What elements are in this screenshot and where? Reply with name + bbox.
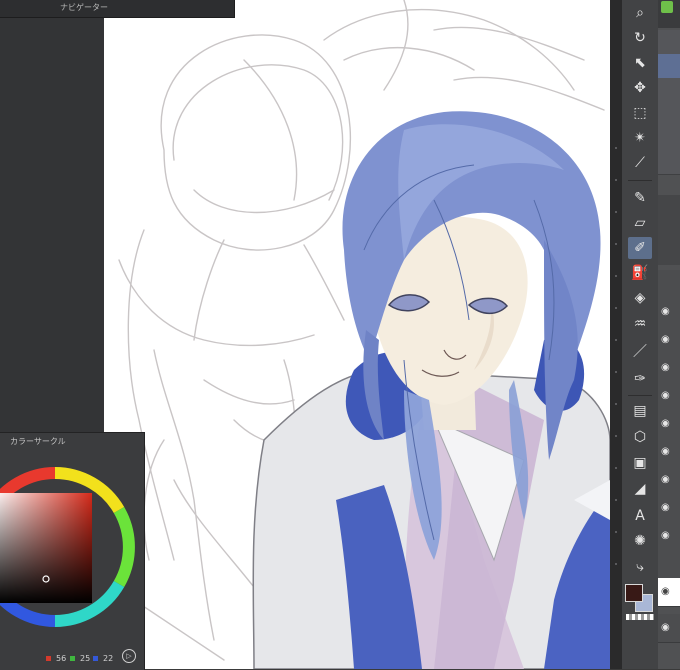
pen-tab-icon[interactable]: [658, 16, 680, 28]
eye-icon[interactable]: ◉: [661, 446, 670, 457]
layer-row[interactable]: ◉: [658, 494, 680, 523]
balloon-icon[interactable]: ✺: [628, 530, 652, 552]
brush-icon[interactable]: ✐: [628, 237, 652, 259]
layer-row[interactable]: ◉: [658, 410, 680, 439]
layer-handle-strip: [615, 147, 617, 565]
layer-row[interactable]: ◉: [658, 614, 680, 643]
sub-tool-header: [658, 0, 680, 16]
green-value: 25: [80, 654, 91, 663]
move-icon[interactable]: ✥: [628, 77, 652, 99]
layer-row-paper[interactable]: ◉: [658, 578, 680, 607]
text-icon[interactable]: A: [628, 505, 652, 527]
color-circle-panel: カラーサークル 56 25 22 ▷: [0, 432, 145, 670]
green-swatch-icon: [70, 656, 75, 661]
brush-item[interactable]: [658, 30, 680, 55]
correction-line-icon[interactable]: ⤷: [628, 556, 652, 578]
eye-icon[interactable]: ◉: [661, 390, 670, 401]
layer-row[interactable]: [658, 550, 680, 579]
pen-icon[interactable]: ✎: [628, 187, 652, 209]
rotate-icon[interactable]: ↻: [628, 27, 652, 49]
eye-icon[interactable]: ◉: [661, 530, 670, 541]
gradient-icon[interactable]: ▤: [628, 400, 652, 422]
eye-icon[interactable]: ◉: [661, 334, 670, 345]
correction-icon[interactable]: ✑: [628, 368, 652, 390]
eyedropper-icon[interactable]: ⟋: [628, 152, 652, 174]
object-icon[interactable]: ⬉: [628, 52, 652, 74]
layer-row[interactable]: ◉: [658, 298, 680, 327]
brush-item[interactable]: [658, 102, 680, 127]
navigator-panel: ナビゲーター: [0, 0, 235, 18]
fill-icon[interactable]: ⛽: [628, 262, 652, 284]
blend-icon[interactable]: ◈: [628, 287, 652, 309]
eye-icon[interactable]: ◉: [661, 474, 670, 485]
panel-menu-icon[interactable]: ▷: [122, 649, 136, 663]
transparent-color-icon[interactable]: [626, 614, 654, 620]
auto-select-icon[interactable]: ✴: [628, 127, 652, 149]
eye-icon[interactable]: ◉: [661, 306, 670, 317]
eye-icon[interactable]: ◉: [661, 418, 670, 429]
tool-palette: ⌕ ↻ ⬉ ✥ ⬚ ✴ ⟋ ✎ ▱ ✐ ⛽ ◈ ♒ ／ ✑ ▤ ⬡ ▣ ◢ A …: [622, 0, 658, 669]
ruler-icon[interactable]: ◢: [628, 478, 652, 500]
eye-icon[interactable]: ◉: [661, 502, 670, 513]
brush-item[interactable]: [658, 126, 680, 151]
brush-item[interactable]: [658, 78, 680, 103]
layer-row[interactable]: ◉: [658, 522, 680, 551]
layer-row[interactable]: ◉: [658, 466, 680, 495]
eye-icon[interactable]: ◉: [661, 622, 670, 633]
blue-value: 22: [103, 654, 114, 663]
eye-icon[interactable]: ◉: [661, 362, 670, 373]
drawing-canvas[interactable]: [104, 0, 610, 669]
layer-row[interactable]: ◉: [658, 354, 680, 383]
layer-row[interactable]: ◉: [658, 382, 680, 411]
blue-swatch-icon: [93, 656, 98, 661]
selection-icon[interactable]: ⬚: [628, 102, 652, 124]
main-color-swatch[interactable]: [625, 584, 643, 602]
frame-icon[interactable]: ▣: [628, 452, 652, 474]
brush-item-selected[interactable]: [658, 54, 680, 79]
red-value: 56: [56, 654, 67, 663]
eraser-icon[interactable]: ▱: [628, 212, 652, 234]
illustration: [118, 0, 610, 669]
water-icon[interactable]: ♒: [628, 313, 652, 335]
color-wheel[interactable]: [0, 445, 144, 655]
layer-row[interactable]: [658, 270, 680, 299]
navigator-title: ナビゲーター: [60, 3, 108, 12]
figure-icon[interactable]: ⬡: [628, 426, 652, 448]
layer-toolbar: [658, 195, 680, 265]
line-icon[interactable]: ／: [628, 340, 652, 362]
zoom-icon[interactable]: ⌕: [628, 2, 652, 24]
layer-row[interactable]: ◉: [658, 438, 680, 467]
brush-item[interactable]: [658, 150, 680, 175]
sub-tool-icon[interactable]: [661, 1, 673, 13]
red-swatch-icon: [46, 656, 51, 661]
layer-row[interactable]: ◉: [658, 326, 680, 355]
eye-icon[interactable]: ◉: [661, 586, 670, 597]
